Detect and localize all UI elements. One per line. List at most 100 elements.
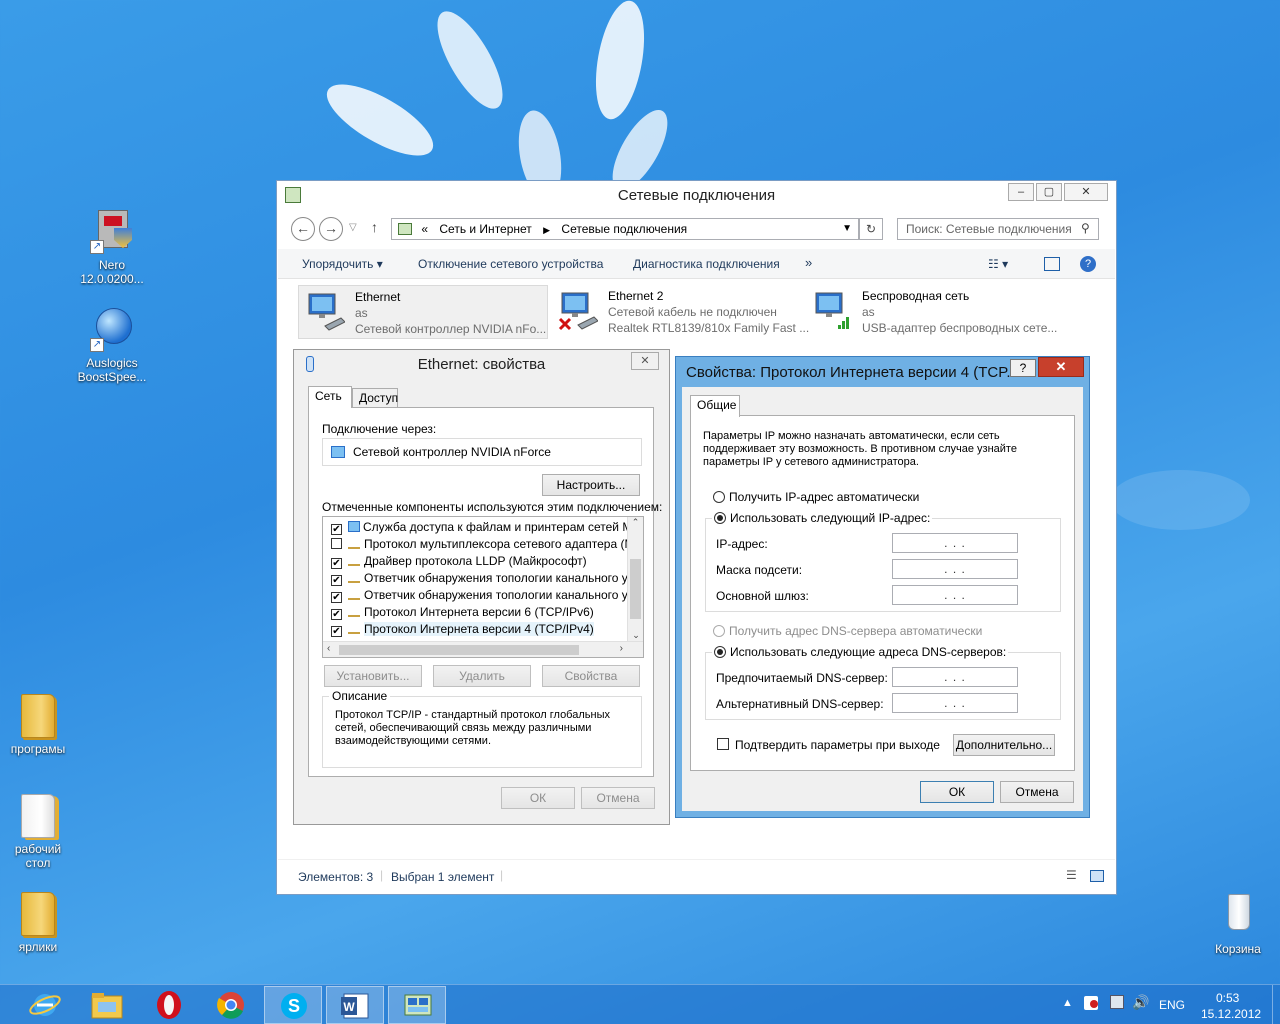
clock-time[interactable]: 0:53	[1216, 991, 1239, 1005]
default-gateway-field[interactable]: . . .	[892, 585, 1018, 605]
taskbar-opera[interactable]	[140, 986, 198, 1024]
connection-wireless[interactable]: Беспроводная сеть as USB-адаптер беспров…	[806, 285, 1057, 339]
remove-button[interactable]: Удалить	[433, 665, 531, 687]
configure-button[interactable]: Настроить...	[542, 474, 640, 496]
ip-address-field[interactable]: . . .	[892, 533, 1018, 553]
radio-selected[interactable]	[714, 646, 726, 658]
properties-button[interactable]: Свойства	[542, 665, 640, 687]
minimize-button[interactable]: –	[1008, 183, 1034, 201]
tab-sharing[interactable]: Доступ	[352, 388, 398, 408]
clock-date[interactable]: 15.12.2012	[1201, 1007, 1261, 1021]
radio[interactable]	[713, 625, 725, 637]
checkbox[interactable]: ✔	[331, 592, 342, 603]
auto-ip-radio[interactable]: Получить IP-адрес автоматически	[713, 490, 919, 504]
checkbox[interactable]: ✔	[331, 609, 342, 620]
radio-selected[interactable]	[714, 512, 726, 524]
list-item[interactable]: ✔ Ответчик обнаружения топологии канально…	[331, 587, 643, 604]
taskbar-chrome[interactable]	[202, 986, 260, 1024]
validate-checkbox[interactable]: Подтвердить параметры при выходе	[717, 738, 940, 752]
taskbar-word[interactable]: W	[326, 986, 384, 1024]
alternate-dns-field[interactable]: . . .	[892, 693, 1018, 713]
history-dropdown-icon[interactable]: ▽	[349, 222, 357, 233]
desktop-icon-recycle-bin[interactable]: Корзина	[1200, 890, 1276, 956]
up-button[interactable]: ↑	[371, 219, 378, 235]
ok-button[interactable]: ОК	[920, 781, 994, 803]
organize-menu[interactable]: Упорядочить ▾	[302, 257, 383, 271]
show-hidden-icons-icon[interactable]: ▲	[1062, 997, 1073, 1009]
disable-device-button[interactable]: Отключение сетевого устройства	[418, 257, 603, 271]
action-center-icon[interactable]	[1084, 996, 1098, 1010]
help-icon[interactable]: ?	[1080, 256, 1096, 272]
dialog-body: Общие Параметры IP можно назначать автом…	[682, 387, 1083, 811]
auto-dns-radio[interactable]: Получить адрес DNS-сервера автоматически	[713, 624, 982, 638]
components-list[interactable]: ✔ Служба доступа к файлам и принтерам сет…	[322, 516, 644, 658]
close-button[interactable]: ✕	[1038, 357, 1084, 377]
advanced-button[interactable]: Дополнительно...	[953, 734, 1055, 756]
maximize-button[interactable]: ▢	[1036, 183, 1062, 201]
language-indicator[interactable]: ENG	[1159, 998, 1185, 1012]
list-item[interactable]: ✔ Ответчик обнаружения топологии канально…	[331, 570, 643, 587]
search-input[interactable]: Поиск: Сетевые подключения	[897, 218, 1099, 240]
breadcrumb-network-internet[interactable]: Сеть и Интернет	[439, 222, 531, 236]
more-commands-button[interactable]: »	[805, 255, 812, 270]
checkbox[interactable]: ✔	[331, 524, 342, 535]
details-view-icon[interactable]: ☰	[1066, 868, 1077, 882]
view-options-icon[interactable]: ☷ ▾	[988, 257, 1008, 271]
desktop-icon-nero[interactable]: ↗ Nero 12.0.0200...	[74, 206, 150, 286]
horizontal-scrollbar[interactable]: ‹ ›	[323, 641, 643, 657]
desktop-folder-shortcuts[interactable]: ярлики	[0, 890, 76, 954]
show-desktop-button[interactable]	[1272, 985, 1280, 1024]
preferred-dns-field[interactable]: . . .	[892, 667, 1018, 687]
connection-ethernet[interactable]: Ethernet as Сетевой контроллер NVIDIA nF…	[298, 285, 548, 339]
connection-ethernet-2[interactable]: Ethernet 2 Сетевой кабель не подключен R…	[552, 285, 809, 339]
close-button[interactable]: ✕	[1064, 183, 1108, 201]
vertical-scrollbar[interactable]: ⌃ ⌄	[627, 517, 643, 641]
tiles-view-icon[interactable]	[1090, 870, 1104, 882]
svg-text:W: W	[343, 1000, 355, 1014]
folder-icon	[21, 892, 55, 936]
checkbox[interactable]: ✔	[331, 626, 342, 637]
checkbox[interactable]	[717, 738, 729, 750]
cancel-button[interactable]: Отмена	[581, 787, 655, 809]
taskbar-skype[interactable]: S	[264, 986, 322, 1024]
refresh-button[interactable]: ↻	[859, 218, 883, 240]
list-item[interactable]: Протокол мультиплексора сетевого адаптер…	[331, 536, 643, 553]
install-button[interactable]: Установить...	[324, 665, 422, 687]
checkbox[interactable]	[331, 538, 342, 549]
diagnose-button[interactable]: Диагностика подключения	[633, 257, 780, 271]
network-tray-icon[interactable]	[1110, 995, 1124, 1009]
breadcrumb-network-connections[interactable]: Сетевые подключения	[561, 222, 687, 236]
address-dropdown-icon[interactable]: ▼	[842, 219, 852, 239]
list-item[interactable]: ✔ Протокол Интернета версии 6 (TCP/IPv6)	[331, 604, 594, 621]
forward-button[interactable]: →	[319, 217, 343, 241]
list-item[interactable]: ✔ Служба доступа к файлам и принтерам сет…	[331, 519, 643, 536]
taskbar-network-connections[interactable]	[388, 986, 446, 1024]
list-item-selected[interactable]: ✔ Протокол Интернета версии 4 (TCP/IPv4)	[331, 621, 594, 638]
cancel-button[interactable]: Отмена	[1000, 781, 1074, 803]
ok-button[interactable]: ОК	[501, 787, 575, 809]
back-button[interactable]: ←	[291, 217, 315, 241]
close-button[interactable]: ✕	[631, 352, 659, 370]
tab-network[interactable]: Сеть	[308, 386, 352, 408]
file-explorer-icon	[91, 993, 123, 1019]
description-group: Описание Протокол TCP/IP - стандартный п…	[322, 689, 642, 768]
desktop-folder-desktop[interactable]: рабочий стол	[0, 792, 76, 870]
radio[interactable]	[713, 491, 725, 503]
taskbar-ie[interactable]	[16, 986, 74, 1024]
preview-pane-icon[interactable]	[1044, 257, 1060, 271]
internet-explorer-icon	[29, 994, 61, 1016]
tab-general[interactable]: Общие	[690, 395, 740, 417]
subnet-mask-field[interactable]: . . .	[892, 559, 1018, 579]
address-bar[interactable]: « Сеть и Интернет ▶ Сетевые подключения …	[391, 218, 859, 240]
taskbar-explorer[interactable]	[78, 986, 136, 1024]
title-bar: Сетевые подключения – ▢ ✕	[277, 181, 1116, 209]
checkbox[interactable]: ✔	[331, 558, 342, 569]
manual-ip-radio[interactable]: Использовать следующий IP-адрес:	[712, 511, 933, 525]
checkbox[interactable]: ✔	[331, 575, 342, 586]
list-item[interactable]: ✔ Драйвер протокола LLDP (Майкрософт)	[331, 553, 587, 570]
volume-icon[interactable]: 🔊	[1132, 994, 1149, 1011]
help-button[interactable]: ?	[1010, 359, 1036, 377]
desktop-folder-programs[interactable]: програмы	[0, 692, 76, 756]
desktop-icon-auslogics[interactable]: ↗ Auslogics BoostSpee...	[74, 304, 150, 384]
manual-dns-radio[interactable]: Использовать следующие адреса DNS-сервер…	[712, 645, 1009, 659]
